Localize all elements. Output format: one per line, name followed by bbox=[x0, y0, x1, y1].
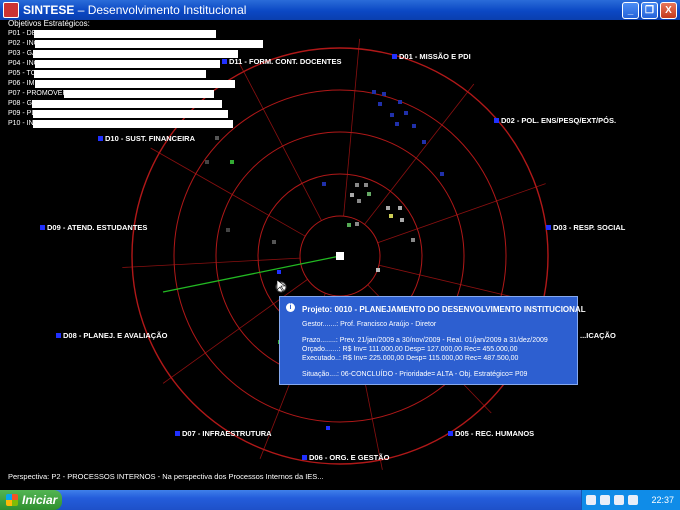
project-tooltip: i Projeto: 0010 - PLANEJAMENTO DO DESENV… bbox=[279, 296, 586, 385]
project-dot bbox=[355, 183, 359, 187]
redaction-bar bbox=[33, 120, 233, 128]
tooltip-orcado: Orçado.......: R$ Inv= 111.000,00 Desp= … bbox=[302, 346, 518, 353]
dimension-marker-icon bbox=[448, 431, 453, 436]
project-dot bbox=[382, 92, 386, 96]
dimension-d07[interactable]: D07 - INFRAESTRUTURA bbox=[175, 429, 272, 438]
project-dot bbox=[277, 270, 281, 274]
legend-item: P01 - DESE bbox=[8, 29, 216, 39]
redaction-bar bbox=[34, 30, 216, 38]
dimension-marker-icon bbox=[494, 118, 499, 123]
dimension-d06[interactable]: D06 - ORG. E GESTÃO bbox=[302, 453, 389, 462]
legend-item: P06 - IMPLE bbox=[8, 79, 235, 89]
dimension-d02[interactable]: D02 - POL. ENS/PESQ/EXT/PÓS. bbox=[494, 116, 616, 125]
redaction-bar bbox=[64, 90, 214, 98]
dimension-d11[interactable]: D11 - FORM. CONT. DOCENTES bbox=[222, 57, 342, 66]
project-dot bbox=[390, 113, 394, 117]
redaction-bar bbox=[32, 100, 222, 108]
project-dot bbox=[389, 214, 393, 218]
legend-title: Objetivos Estratégicos: bbox=[8, 19, 90, 28]
dimension-marker-icon bbox=[222, 59, 227, 64]
project-dot bbox=[395, 122, 399, 126]
dimension-d03[interactable]: D03 - RESP. SOCIAL bbox=[546, 223, 625, 232]
dimension-d10[interactable]: D10 - SUST. FINANCEIRA bbox=[98, 134, 195, 143]
project-dot bbox=[326, 426, 330, 430]
project-dot bbox=[398, 100, 402, 104]
project-dot bbox=[357, 199, 361, 203]
dimension-d04[interactable]: ...ICAÇÃO bbox=[580, 331, 616, 340]
dimension-marker-icon bbox=[98, 136, 103, 141]
radar-spoke bbox=[343, 38, 360, 217]
dimension-d01[interactable]: D01 - MISSÃO E PDI bbox=[392, 52, 471, 61]
project-dot bbox=[367, 192, 371, 196]
legend-item: P09 - PLAN bbox=[8, 109, 228, 119]
clock: 22:37 bbox=[651, 495, 674, 505]
project-dot bbox=[215, 136, 219, 140]
selector-line bbox=[162, 255, 341, 293]
dimension-d05[interactable]: D05 - REC. HUMANOS bbox=[448, 429, 534, 438]
dimension-marker-icon bbox=[546, 225, 551, 230]
project-dot bbox=[378, 102, 382, 106]
speaker-icon[interactable] bbox=[614, 495, 624, 505]
project-dot bbox=[422, 140, 426, 144]
project-dot bbox=[355, 222, 359, 226]
legend-objectives: Objetivos Estratégicos: P01 - DESE P02 -… bbox=[8, 19, 263, 129]
project-dot bbox=[347, 223, 351, 227]
project-dot bbox=[386, 206, 390, 210]
project-dot bbox=[372, 90, 376, 94]
project-dot bbox=[226, 228, 230, 232]
tooltip-gestor: Gestor.......: Prof. Francisco Araújo - … bbox=[302, 321, 437, 328]
dimension-d08[interactable]: D08 - PLANEJ. E AVALIAÇÃO bbox=[56, 331, 167, 340]
system-tray: 22:37 bbox=[581, 490, 680, 510]
redaction-bar bbox=[35, 80, 235, 88]
dimension-marker-icon bbox=[56, 333, 61, 338]
radar-spoke bbox=[238, 62, 322, 221]
project-dot bbox=[404, 111, 408, 115]
tooltip-title: Projeto: 0010 - PLANEJAMENTO DO DESENVOL… bbox=[302, 305, 586, 314]
taskbar: Iniciar 22:37 bbox=[0, 490, 680, 510]
project-dot bbox=[412, 124, 416, 128]
radar-spoke bbox=[150, 147, 306, 237]
project-dot bbox=[350, 193, 354, 197]
project-dot bbox=[272, 240, 276, 244]
radar-spoke bbox=[122, 257, 301, 268]
dimension-marker-icon bbox=[40, 225, 45, 230]
project-dot bbox=[440, 172, 444, 176]
project-dot bbox=[398, 206, 402, 210]
legend-item: P07 - PROMOVER bbox=[8, 89, 214, 99]
info-icon: i bbox=[286, 303, 295, 312]
security-icon[interactable] bbox=[628, 495, 638, 505]
redaction-bar bbox=[33, 50, 238, 58]
project-dot bbox=[230, 160, 234, 164]
legend-item: P10 - INCO bbox=[8, 119, 233, 129]
legend-item: P05 - TORI bbox=[8, 69, 206, 79]
redaction-bar bbox=[33, 110, 228, 118]
center-marker bbox=[336, 252, 344, 260]
project-dot bbox=[364, 183, 368, 187]
tooltip-situacao: Situação....: 06-CONCLUÍDO - Prioridade=… bbox=[302, 371, 528, 378]
network-icon[interactable] bbox=[600, 495, 610, 505]
start-button[interactable]: Iniciar bbox=[0, 490, 62, 510]
tooltip-executado: Executado..: R$ Inv= 225.000,00 Desp= 11… bbox=[302, 355, 519, 362]
legend-item: P03 - GAR bbox=[8, 49, 238, 59]
legend-item: P02 - INCE bbox=[8, 39, 263, 49]
legend-item: P04 - INCE bbox=[8, 59, 220, 69]
redaction-bar bbox=[35, 40, 263, 48]
project-dot bbox=[376, 268, 380, 272]
redaction-bar bbox=[34, 70, 206, 78]
project-dot bbox=[205, 160, 209, 164]
dimension-d09[interactable]: D09 - ATEND. ESTUDANTES bbox=[40, 223, 147, 232]
dimension-marker-icon bbox=[175, 431, 180, 436]
redaction-bar bbox=[35, 60, 220, 68]
project-dot bbox=[411, 238, 415, 242]
windows-logo-icon bbox=[6, 494, 18, 506]
dimension-marker-icon bbox=[392, 54, 397, 59]
perspective-text: Perspectiva: P2 - PROCESSOS INTERNOS - N… bbox=[8, 472, 324, 481]
help-icon[interactable] bbox=[586, 495, 596, 505]
project-dot bbox=[400, 218, 404, 222]
mouse-cursor-icon bbox=[275, 279, 287, 293]
dimension-marker-icon bbox=[302, 455, 307, 460]
legend-item: P08 - GAR bbox=[8, 99, 222, 109]
tooltip-prazo: Prazo........: Prev. 21/jan/2009 a 30/no… bbox=[302, 337, 548, 344]
project-dot bbox=[322, 182, 326, 186]
